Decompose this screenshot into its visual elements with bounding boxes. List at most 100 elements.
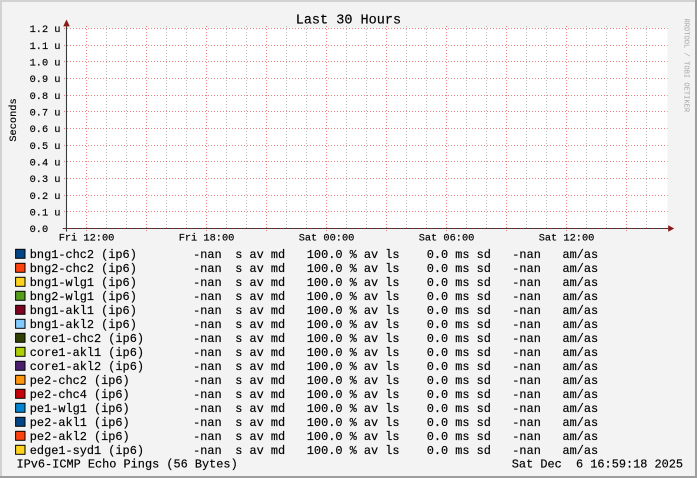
svg-text:0.0 ms sd: 0.0 ms sd <box>427 332 491 346</box>
svg-text:Seconds: Seconds <box>8 98 20 141</box>
svg-text:-nan: -nan <box>193 346 222 360</box>
svg-text:Sat Dec 6 16:59:18 2025: Sat Dec 6 16:59:18 2025 <box>512 458 683 472</box>
svg-text:-nan: -nan <box>512 360 541 374</box>
svg-text:pe2-akl1 (ip6): pe2-akl1 (ip6) <box>30 416 130 430</box>
svg-text:pe2-chc4 (ip6): pe2-chc4 (ip6) <box>30 388 130 402</box>
svg-text:am/as: am/as <box>563 248 599 262</box>
svg-text:am/as: am/as <box>563 360 599 374</box>
svg-text:0.5 u: 0.5 u <box>30 141 61 153</box>
svg-text:0.0 ms sd: 0.0 ms sd <box>427 262 491 276</box>
svg-text:-nan: -nan <box>512 430 541 444</box>
svg-text:-nan: -nan <box>193 318 222 332</box>
svg-text:am/as: am/as <box>563 276 599 290</box>
svg-text:-nan: -nan <box>193 332 222 346</box>
svg-text:s av md: s av md <box>235 416 285 430</box>
svg-text:0.8 u: 0.8 u <box>30 91 61 103</box>
svg-text:Fri 18:00: Fri 18:00 <box>179 232 235 244</box>
svg-text:am/as: am/as <box>563 430 599 444</box>
svg-text:core1-akl1 (ip6): core1-akl1 (ip6) <box>30 346 144 360</box>
svg-text:edge1-syd1 (ip6): edge1-syd1 (ip6) <box>30 444 144 458</box>
svg-text:core1-akl2 (ip6): core1-akl2 (ip6) <box>30 360 144 374</box>
svg-text:-nan: -nan <box>193 374 222 388</box>
svg-text:s av md: s av md <box>235 262 285 276</box>
svg-text:0.0 ms sd: 0.0 ms sd <box>427 318 491 332</box>
svg-text:-nan: -nan <box>512 248 541 262</box>
svg-text:pe2-chc2 (ip6): pe2-chc2 (ip6) <box>30 374 130 388</box>
svg-text:-nan: -nan <box>193 290 222 304</box>
svg-text:IPv6-ICMP Echo Pings (56 Bytes: IPv6-ICMP Echo Pings (56 Bytes) <box>17 458 238 472</box>
svg-text:am/as: am/as <box>563 388 599 402</box>
svg-text:s av md: s av md <box>235 402 285 416</box>
svg-text:am/as: am/as <box>563 374 599 388</box>
svg-text:0.0 ms sd: 0.0 ms sd <box>427 346 491 360</box>
svg-text:100.0 % av ls: 100.0 % av ls <box>307 444 400 458</box>
svg-text:-nan: -nan <box>193 416 222 430</box>
svg-text:bng1-wlg1 (ip6): bng1-wlg1 (ip6) <box>30 276 137 290</box>
svg-text:bng1-akl1 (ip6): bng1-akl1 (ip6) <box>30 304 137 318</box>
svg-text:-nan: -nan <box>193 360 222 374</box>
svg-text:s av md: s av md <box>235 374 285 388</box>
svg-text:pe2-akl2 (ip6): pe2-akl2 (ip6) <box>30 430 130 444</box>
svg-text:bng2-chc2 (ip6): bng2-chc2 (ip6) <box>30 262 137 276</box>
svg-text:0.0 ms sd: 0.0 ms sd <box>427 248 491 262</box>
svg-text:am/as: am/as <box>563 262 599 276</box>
svg-text:Sat 06:00: Sat 06:00 <box>419 232 475 244</box>
svg-text:100.0 % av ls: 100.0 % av ls <box>307 318 400 332</box>
svg-text:-nan: -nan <box>193 444 222 458</box>
svg-text:100.0 % av ls: 100.0 % av ls <box>307 374 400 388</box>
svg-text:0.0 ms sd: 0.0 ms sd <box>427 416 491 430</box>
svg-text:am/as: am/as <box>563 444 599 458</box>
svg-text:s av md: s av md <box>235 444 285 458</box>
svg-text:100.0 % av ls: 100.0 % av ls <box>307 290 400 304</box>
svg-text:am/as: am/as <box>563 304 599 318</box>
svg-text:-nan: -nan <box>193 388 222 402</box>
svg-text:0.2 u: 0.2 u <box>30 191 61 203</box>
svg-text:0.7 u: 0.7 u <box>30 107 61 119</box>
svg-text:0.1 u: 0.1 u <box>30 207 61 219</box>
svg-text:Sat 12:00: Sat 12:00 <box>539 232 595 244</box>
svg-text:0.3 u: 0.3 u <box>30 174 61 186</box>
svg-text:Fri 12:00: Fri 12:00 <box>59 232 115 244</box>
svg-text:am/as: am/as <box>563 346 599 360</box>
svg-text:1.2 u: 1.2 u <box>30 24 61 36</box>
svg-text:s av md: s av md <box>235 430 285 444</box>
svg-text:0.0 ms sd: 0.0 ms sd <box>427 444 491 458</box>
svg-text:-nan: -nan <box>193 430 222 444</box>
svg-text:core1-chc2 (ip6): core1-chc2 (ip6) <box>30 332 144 346</box>
svg-text:100.0 % av ls: 100.0 % av ls <box>307 276 400 290</box>
svg-text:100.0 % av ls: 100.0 % av ls <box>307 416 400 430</box>
svg-text:am/as: am/as <box>563 402 599 416</box>
svg-text:am/as: am/as <box>563 416 599 430</box>
svg-text:-nan: -nan <box>512 276 541 290</box>
svg-text:-nan: -nan <box>512 332 541 346</box>
svg-text:100.0 % av ls: 100.0 % av ls <box>307 346 400 360</box>
svg-text:pe1-wlg1 (ip6): pe1-wlg1 (ip6) <box>30 402 130 416</box>
svg-text:s av md: s av md <box>235 304 285 318</box>
svg-text:am/as: am/as <box>563 318 599 332</box>
svg-text:s av md: s av md <box>235 276 285 290</box>
svg-text:100.0 % av ls: 100.0 % av ls <box>307 360 400 374</box>
svg-text:bng2-wlg1 (ip6): bng2-wlg1 (ip6) <box>30 290 137 304</box>
svg-text:am/as: am/as <box>563 332 599 346</box>
svg-text:-nan: -nan <box>512 444 541 458</box>
svg-text:100.0 % av ls: 100.0 % av ls <box>307 402 400 416</box>
svg-text:1.0 u: 1.0 u <box>30 57 61 69</box>
svg-text:RRDTOOL / TOBI OETIKER: RRDTOOL / TOBI OETIKER <box>682 19 690 113</box>
svg-text:100.0 % av ls: 100.0 % av ls <box>307 388 400 402</box>
svg-text:s av md: s av md <box>235 346 285 360</box>
svg-text:0.0 ms sd: 0.0 ms sd <box>427 360 491 374</box>
svg-text:s av md: s av md <box>235 290 285 304</box>
svg-text:-nan: -nan <box>512 416 541 430</box>
svg-text:-nan: -nan <box>512 374 541 388</box>
svg-text:-nan: -nan <box>193 276 222 290</box>
svg-text:0.0 ms sd: 0.0 ms sd <box>427 430 491 444</box>
svg-text:-nan: -nan <box>512 262 541 276</box>
svg-text:0.6 u: 0.6 u <box>30 124 61 136</box>
svg-text:0.9 u: 0.9 u <box>30 74 61 86</box>
svg-text:-nan: -nan <box>512 346 541 360</box>
svg-text:s av md: s av md <box>235 360 285 374</box>
svg-text:-nan: -nan <box>512 402 541 416</box>
svg-text:-nan: -nan <box>193 304 222 318</box>
svg-text:0.0 ms sd: 0.0 ms sd <box>427 304 491 318</box>
svg-text:0.0 ms sd: 0.0 ms sd <box>427 402 491 416</box>
